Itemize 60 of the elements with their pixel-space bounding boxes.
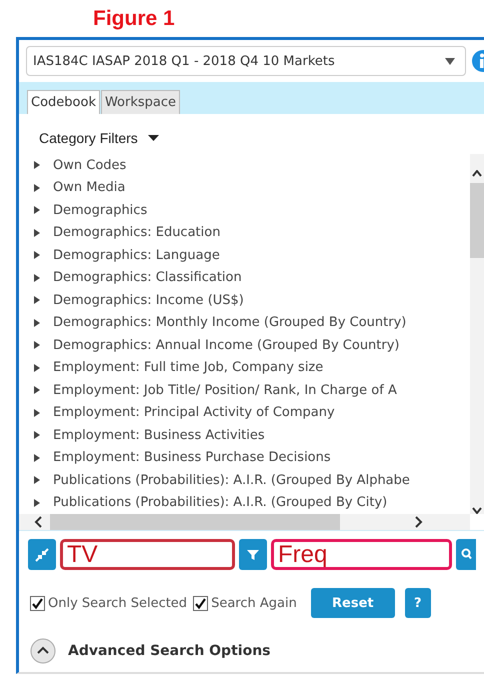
tree-item[interactable]: Demographics: Classification xyxy=(19,266,470,289)
expand-toggle-icon[interactable] xyxy=(30,638,56,664)
expander-icon[interactable] xyxy=(33,431,41,440)
expander-icon[interactable] xyxy=(33,364,41,372)
expander-icon[interactable] xyxy=(33,454,41,462)
info-icon[interactable] xyxy=(471,49,484,73)
search-field[interactable]: Freq xyxy=(271,539,452,570)
expander-icon[interactable] xyxy=(33,498,41,507)
tab[interactable]: Workspace xyxy=(100,90,180,114)
tree-item[interactable]: Demographics: Education xyxy=(19,222,470,244)
tree-item[interactable]: Demographics: Language xyxy=(19,244,470,266)
tree-item[interactable]: Demographics: Monthly Income (Grouped By Country) xyxy=(19,312,470,334)
expander-icon[interactable] xyxy=(33,228,41,237)
caret-icon xyxy=(148,135,159,141)
tree-item[interactable]: Own Codes xyxy=(19,154,470,176)
expander-icon[interactable] xyxy=(33,206,41,214)
tree-item[interactable]: Demographics: Annual Income (Grouped By Country) xyxy=(19,334,470,356)
tree-item[interactable]: Employment: Job Title/ Position/ Rank, In Charge of A xyxy=(19,379,470,402)
filter-icon xyxy=(247,548,259,560)
filter-field[interactable]: TV xyxy=(60,539,235,570)
expander-icon[interactable] xyxy=(33,251,41,260)
expander-icon[interactable] xyxy=(33,476,41,484)
figure-title: Figure 1 xyxy=(93,7,175,32)
filter-button[interactable] xyxy=(239,539,267,570)
scrollbar-thumb[interactable] xyxy=(470,183,484,258)
expander-icon[interactable] xyxy=(33,184,41,192)
expander-icon[interactable] xyxy=(33,318,41,327)
tab[interactable]: Codebook xyxy=(27,90,100,114)
search-button[interactable] xyxy=(456,539,476,570)
tree-item[interactable]: Employment: Full time Job, Company size xyxy=(19,356,470,379)
tree-item[interactable]: Employment: Business Purchase Decisions xyxy=(19,446,470,469)
expander-icon[interactable] xyxy=(33,341,41,350)
collapse-button[interactable] xyxy=(28,539,56,570)
checkbox-label[interactable]: Search Again xyxy=(211,596,297,610)
help-button[interactable]: ? xyxy=(404,588,431,618)
tree-item[interactable]: Own Media xyxy=(19,176,470,199)
tree-item[interactable]: Demographics: Income (US$) xyxy=(19,289,470,312)
search-icon xyxy=(460,548,472,561)
reset-button[interactable]: Reset xyxy=(310,588,395,618)
expander-icon[interactable] xyxy=(33,296,41,304)
checkbox-label[interactable]: Only Search Selected xyxy=(48,596,188,610)
scrollbar-thumb[interactable] xyxy=(50,514,340,530)
tree-item[interactable]: Employment: Principal Activity of Company xyxy=(19,402,470,424)
expander-icon[interactable] xyxy=(33,408,41,417)
horizontal-scrollbar[interactable] xyxy=(19,514,470,530)
tree-item[interactable]: Demographics xyxy=(19,199,470,222)
expander-icon[interactable] xyxy=(33,161,41,170)
tree-item[interactable]: Publications (Probabilities): A.I.R. (Grouped By City) xyxy=(19,492,470,514)
advanced-search-options-label[interactable]: Advanced Search Options xyxy=(68,643,270,659)
dataset-dropdown[interactable]: IAS184C IASAP 2018 Q1 - 2018 Q4 10 Markets xyxy=(26,46,466,76)
category-filters-dropdown[interactable]: Category Filters xyxy=(37,128,161,148)
checkbox[interactable] xyxy=(30,596,45,610)
vertical-scrollbar[interactable] xyxy=(470,154,484,514)
expander-icon[interactable] xyxy=(33,274,41,282)
arrows-icon xyxy=(35,548,49,562)
caret-icon xyxy=(445,58,455,64)
checkbox[interactable] xyxy=(193,596,208,610)
tree-item[interactable]: Publications (Probabilities): A.I.R. (Grouped By Alphabe xyxy=(19,469,470,492)
expander-icon[interactable] xyxy=(33,386,41,394)
tree-item[interactable]: Employment: Business Activities xyxy=(19,424,470,446)
